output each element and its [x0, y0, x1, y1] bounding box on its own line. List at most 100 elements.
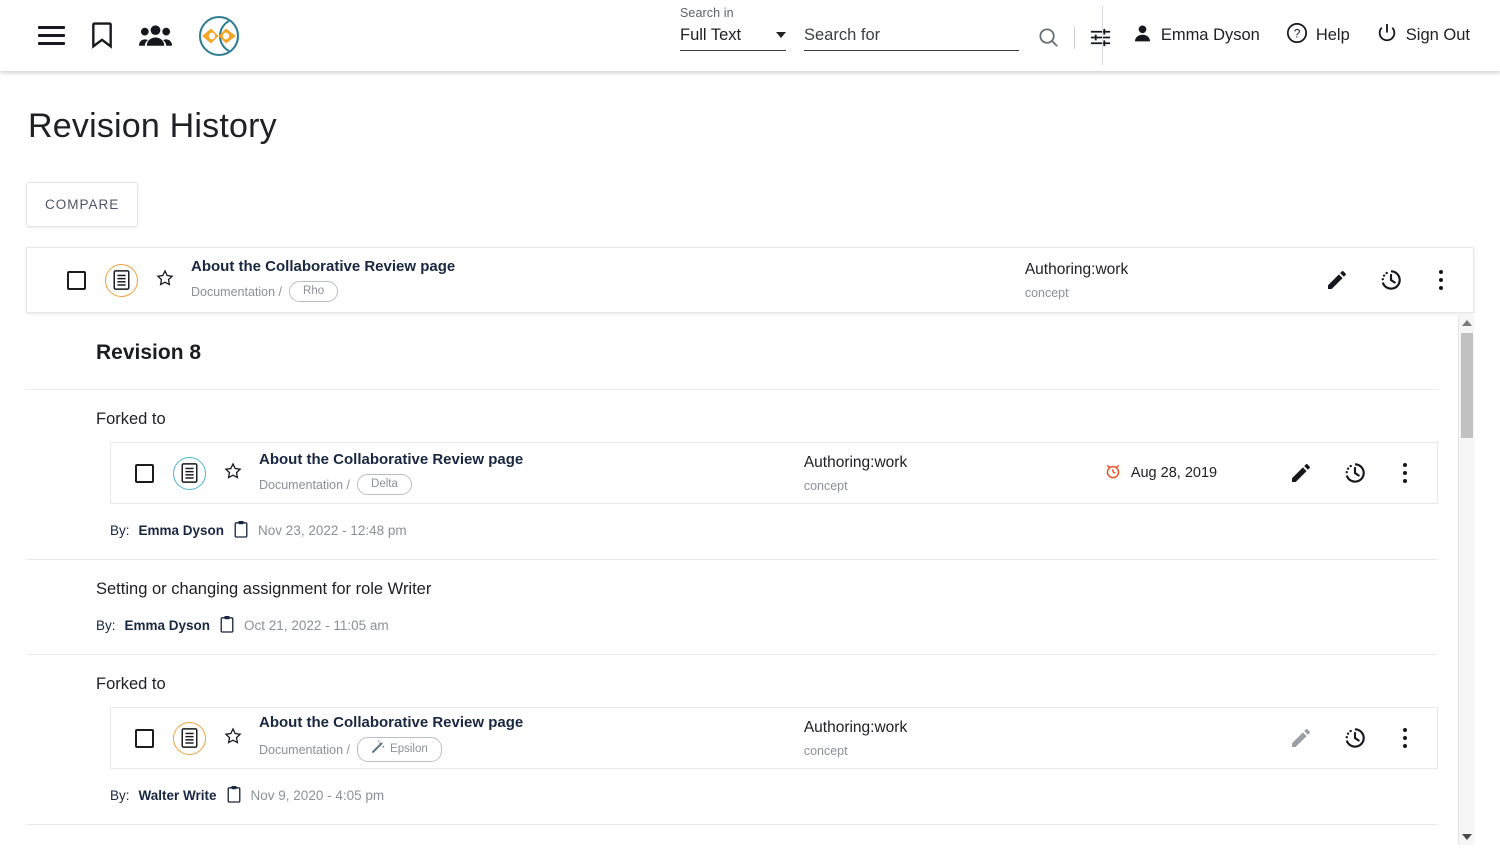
- search-input[interactable]: [804, 26, 1019, 51]
- byline-label: By:: [96, 618, 116, 633]
- event-title: Setting or changing assignment for role …: [96, 580, 432, 598]
- search-scope-label: Search in: [680, 6, 734, 20]
- byline-author: Walter Write: [138, 788, 217, 803]
- document-title[interactable]: About the Collaborative Review page: [259, 714, 804, 733]
- page-content: Revision History COMPARE About the Colla…: [0, 107, 1500, 845]
- history-clock-icon[interactable]: [1342, 460, 1368, 486]
- event-title: Checked in: [96, 825, 1438, 845]
- document-type-label: concept: [1024, 285, 1069, 300]
- power-icon: [1376, 22, 1398, 49]
- document-meta: Authoring:work concept: [804, 718, 1104, 757]
- document-type-icon[interactable]: [173, 721, 206, 755]
- search-icon[interactable]: [1037, 26, 1060, 49]
- sign-out-button[interactable]: Sign Out: [1376, 22, 1470, 49]
- byline-timestamp: Nov 23, 2022 - 12:48 pm: [258, 523, 407, 538]
- document-title[interactable]: About the Collaborative Review page: [191, 258, 1025, 277]
- event-body: About the Collaborative Review page Docu…: [96, 429, 1438, 559]
- history-event: Forked to About the Collaborative Review…: [26, 655, 1438, 825]
- history-event: Setting or changing assignment for role …: [26, 560, 1438, 655]
- history-clock-icon[interactable]: [1342, 725, 1368, 751]
- help-circle-icon: ?: [1286, 22, 1308, 49]
- history-scrollbar[interactable]: [1458, 315, 1474, 845]
- magic-wand-icon: [371, 740, 385, 759]
- byline-label: By:: [110, 788, 130, 803]
- clipboard-icon: [219, 615, 235, 636]
- history-clock-icon[interactable]: [1378, 267, 1404, 293]
- kebab-menu-icon[interactable]: [1397, 461, 1413, 485]
- person-icon: [1132, 23, 1153, 49]
- breadcrumb: Documentation /: [259, 742, 351, 757]
- topbar-left-icons: [0, 13, 242, 59]
- scrollbar-thumb[interactable]: [1461, 333, 1473, 438]
- workflow-state: Authoring:work: [803, 454, 908, 472]
- compare-button[interactable]: COMPARE: [26, 182, 139, 227]
- byline-label: By:: [110, 523, 130, 538]
- kebab-menu-icon[interactable]: [1397, 726, 1413, 750]
- clipboard-icon: [233, 520, 249, 541]
- workflow-state: Authoring:work: [1024, 261, 1129, 279]
- scroll-down-arrow-icon[interactable]: [1459, 829, 1474, 845]
- document-type-icon[interactable]: [105, 263, 138, 297]
- document-text-block: About the Collaborative Review page Docu…: [191, 258, 1025, 303]
- due-date-text: Aug 28, 2019: [1130, 465, 1218, 481]
- byline-timestamp: Nov 9, 2020 - 4:05 pm: [250, 788, 385, 803]
- revision-heading: Revision 8: [26, 315, 1438, 390]
- event-byline: By: Walter Write Nov 9, 2020 - 4:05 pm: [110, 769, 1438, 824]
- history-event: Forked to About the Collaborative Review…: [26, 390, 1438, 560]
- global-search: Search in Full Text: [680, 6, 1112, 51]
- clipboard-icon: [226, 785, 242, 806]
- due-date-block: Aug 28, 2019: [1104, 462, 1289, 484]
- help-label: Help: [1315, 26, 1350, 44]
- user-account-button[interactable]: Emma Dyson: [1132, 23, 1260, 49]
- document-title[interactable]: About the Collaborative Review page: [259, 451, 804, 470]
- pencil-icon[interactable]: [1325, 268, 1349, 292]
- forked-document-row: About the Collaborative Review page Docu…: [110, 707, 1438, 769]
- history-event: Checked in By: Walter Write Sep 4, 2020 …: [26, 825, 1438, 845]
- chevron-down-icon[interactable]: [776, 31, 786, 38]
- document-breadcrumb-row: Documentation / Delta: [259, 474, 804, 496]
- scroll-up-arrow-icon[interactable]: [1459, 315, 1474, 331]
- document-header-row: About the Collaborative Review page Docu…: [26, 247, 1474, 313]
- document-breadcrumb-row: Documentation / Epsilon: [259, 737, 804, 763]
- search-action-icons: [1037, 26, 1112, 49]
- pencil-icon: [1289, 726, 1313, 750]
- status-badge[interactable]: Epsilon: [357, 737, 442, 763]
- status-badge[interactable]: Delta: [357, 474, 412, 496]
- search-scope-select[interactable]: Search in Full Text: [680, 6, 786, 51]
- breadcrumb: Documentation /: [191, 284, 283, 299]
- status-badge-label: Rho: [303, 285, 325, 298]
- top-navigation-bar: Search in Full Text Search for Emma Dyso…: [0, 0, 1500, 71]
- row-checkbox[interactable]: [67, 270, 86, 290]
- revision-history-list: Revision 8 Forked to About the Collabora…: [26, 315, 1474, 845]
- document-breadcrumb-row: Documentation / Rho: [191, 281, 1025, 303]
- event-byline: By: Emma Dyson Oct 21, 2022 - 11:05 am: [96, 599, 1438, 654]
- favorite-star-icon[interactable]: [156, 268, 174, 292]
- app-logo-icon[interactable]: [196, 13, 242, 59]
- people-group-icon[interactable]: [139, 23, 172, 49]
- document-type-icon[interactable]: [173, 456, 206, 490]
- help-button[interactable]: ? Help: [1286, 22, 1350, 49]
- row-checkbox[interactable]: [135, 463, 154, 483]
- document-type-label: concept: [803, 478, 848, 493]
- page-title: Revision History: [28, 107, 277, 145]
- hamburger-menu-icon[interactable]: [38, 26, 65, 45]
- breadcrumb: Documentation /: [259, 477, 351, 492]
- row-action-buttons: [1289, 460, 1419, 486]
- byline-author: Emma Dyson: [138, 523, 225, 538]
- event-byline: By: Emma Dyson Nov 23, 2022 - 12:48 pm: [110, 504, 1438, 559]
- document-text-block: About the Collaborative Review page Docu…: [259, 714, 804, 763]
- kebab-menu-icon[interactable]: [1433, 268, 1449, 292]
- pencil-icon[interactable]: [1289, 461, 1313, 485]
- row-action-buttons: [1325, 267, 1455, 293]
- workflow-state: Authoring:work: [803, 719, 908, 737]
- row-checkbox[interactable]: [135, 728, 154, 748]
- revision-history-panel: Revision 8 Forked to About the Collabora…: [26, 315, 1474, 845]
- status-badge[interactable]: Rho: [289, 281, 339, 303]
- byline-timestamp: Oct 21, 2022 - 11:05 am: [244, 618, 389, 633]
- event-title: Forked to: [96, 675, 166, 693]
- document-meta: Authoring:work concept: [1025, 260, 1325, 299]
- favorite-star-icon[interactable]: [224, 461, 242, 485]
- favorite-star-icon[interactable]: [224, 726, 242, 750]
- toolbar-divider: [1074, 26, 1075, 49]
- bookmark-icon[interactable]: [89, 21, 115, 50]
